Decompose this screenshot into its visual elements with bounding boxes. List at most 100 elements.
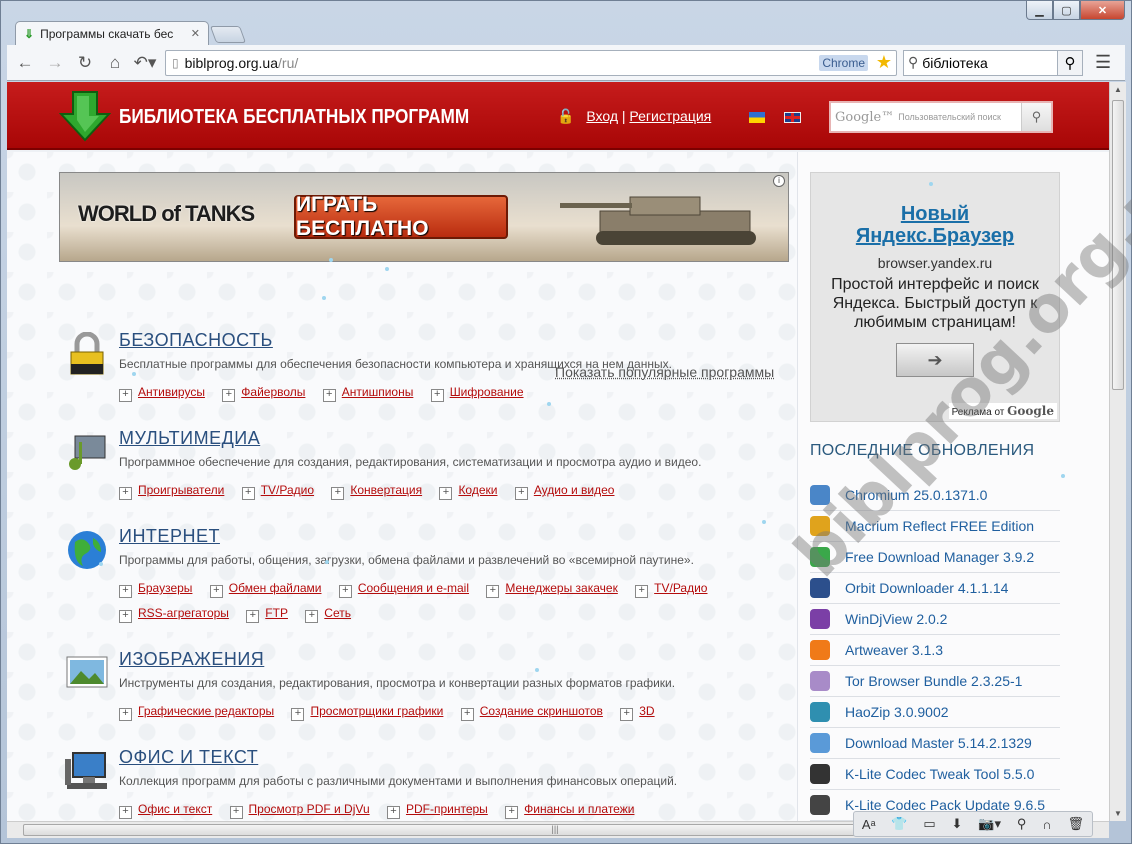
subcategory-link[interactable]: Менеджеры закачек (486, 581, 617, 595)
login-link[interactable]: Вход (586, 108, 618, 124)
undo-icon[interactable]: ↶▾ (133, 53, 157, 73)
home-icon[interactable]: ⌂ (103, 53, 127, 73)
subcategory-link[interactable]: FTP (246, 606, 288, 620)
trash-icon[interactable]: 🗑 (1067, 816, 1084, 832)
subcategory-link[interactable]: PDF-принтеры (387, 802, 488, 816)
forward-icon[interactable]: → (43, 53, 67, 73)
subcategory-link[interactable]: Шифрование (431, 385, 524, 399)
update-item[interactable]: HaoZip 3.0.9002 (810, 697, 1060, 728)
subcategory-link[interactable]: Создание скриншотов (461, 704, 603, 718)
subcategory-link[interactable]: Финансы и платежи (505, 802, 634, 816)
scroll-thumb[interactable] (1112, 100, 1124, 390)
print-icon[interactable]: ▭ (923, 816, 935, 832)
update-name[interactable]: Download Master 5.14.2.1329 (845, 735, 1032, 751)
menu-icon[interactable]: ☰ (1095, 52, 1111, 73)
subcategory-link[interactable]: Файерволы (222, 385, 305, 399)
headphones-icon[interactable]: ∩ (1042, 817, 1051, 832)
tab-title: Программы скачать бес (40, 26, 174, 41)
subcategory-link[interactable]: Антишпионы (323, 385, 414, 399)
updates-list: Chromium 25.0.1371.0 Macrium Reflect FRE… (810, 480, 1060, 821)
logo-arrow-icon[interactable] (59, 90, 111, 142)
picture-icon (66, 656, 108, 688)
update-name[interactable]: Macrium Reflect FREE Edition (845, 518, 1034, 534)
update-item[interactable]: Artweaver 3.1.3 (810, 635, 1060, 666)
update-name[interactable]: Chromium 25.0.1371.0 (845, 487, 987, 503)
update-name[interactable]: Orbit Downloader 4.1.1.14 (845, 580, 1008, 596)
ukrainian-flag-icon[interactable] (749, 112, 765, 123)
update-name[interactable]: Free Download Manager 3.9.2 (845, 549, 1034, 565)
subcategory-link[interactable]: Сообщения и e-mail (339, 581, 469, 595)
site-search-input[interactable]: Пользовательский поиск (898, 112, 1021, 122)
update-name[interactable]: Tor Browser Bundle 2.3.25-1 (845, 673, 1022, 689)
category-title[interactable]: МУЛЬТИМЕДИА (119, 428, 260, 449)
subcategory-link[interactable]: Графические редакторы (119, 704, 274, 718)
category-title[interactable]: БЕЗОПАСНОСТЬ (119, 330, 273, 351)
subcategory-link[interactable]: Просмотр PDF и DjVu (230, 802, 370, 816)
update-item[interactable]: K-Lite Codec Tweak Tool 5.5.0 (810, 759, 1060, 790)
site-search-box[interactable]: Google™ Пользовательский поиск ⚲ (829, 101, 1053, 133)
update-item[interactable]: Download Master 5.14.2.1329 (810, 728, 1060, 759)
update-item[interactable]: Tor Browser Bundle 2.3.25-1 (810, 666, 1060, 697)
ad-arrow-button[interactable]: ➔ (896, 343, 974, 377)
update-item[interactable]: WinDjView 2.0.2 (810, 604, 1060, 635)
address-bar[interactable]: ▯ biblprog.org.ua /ru/ Chrome ★ (165, 49, 897, 76)
update-name[interactable]: WinDjView 2.0.2 (845, 611, 947, 627)
browser-search-input[interactable]: ⚲ бібліотека (903, 49, 1058, 76)
scroll-up-icon[interactable]: ▲ (1114, 85, 1122, 94)
update-name[interactable]: K-Lite Codec Tweak Tool 5.5.0 (845, 766, 1034, 782)
subcategory-link[interactable]: Аудио и видео (515, 483, 615, 497)
ad-banner[interactable]: WORLD of TANKS ИГРАТЬ БЕСПЛАТНО i (59, 172, 789, 262)
update-name[interactable]: HaoZip 3.0.9002 (845, 704, 949, 720)
subcategory-link[interactable]: RSS-агрегаторы (119, 606, 229, 620)
subcategory-link[interactable]: Конвертация (331, 483, 422, 497)
vertical-scrollbar[interactable]: ▲ ▼ (1109, 82, 1126, 821)
scroll-down-icon[interactable]: ▼ (1114, 809, 1122, 818)
subcategory-link[interactable]: Антивирусы (119, 385, 205, 399)
snowflake-decoration (385, 267, 389, 271)
english-flag-icon[interactable] (784, 112, 801, 123)
subcategory-link[interactable]: Сеть (305, 606, 351, 620)
subcategory-link[interactable]: 3D (620, 704, 654, 718)
ad-text: Простой интерфейс и поиск Яндекса. Быстр… (831, 276, 1039, 331)
zoom-icon[interactable]: ⚲ (1017, 816, 1027, 832)
category-title[interactable]: ОФИС И ТЕКСТ (119, 747, 258, 768)
category-title[interactable]: ИЗОБРАЖЕНИЯ (119, 649, 264, 670)
yandex-ad[interactable]: Новый Яндекс.Браузер browser.yandex.ru П… (810, 172, 1060, 422)
ad-title[interactable]: Новый Яндекс.Браузер (811, 203, 1059, 247)
browser-search-button[interactable]: ⚲ (1057, 49, 1083, 76)
reload-icon[interactable]: ↻ (73, 53, 97, 73)
update-item[interactable]: Chromium 25.0.1371.0 (810, 480, 1060, 511)
close-tab-icon[interactable]: ✕ (191, 27, 200, 40)
site-title[interactable]: БИБЛИОТЕКА БЕСПЛАТНЫХ ПРОГРАММ (119, 106, 469, 129)
maximize-button[interactable]: ▢ (1053, 1, 1080, 20)
subcategory-link[interactable]: Обмен файлами (210, 581, 322, 595)
subcategory-link[interactable]: Кодеки (439, 483, 497, 497)
subcategory-link[interactable]: Браузеры (119, 581, 192, 595)
subcategory-link[interactable]: Просмотрщики графики (291, 704, 443, 718)
ad-info-icon[interactable]: i (773, 175, 785, 187)
ad-note[interactable]: Реклама от Google (948, 403, 1057, 419)
download-icon[interactable]: ⬇ (952, 816, 963, 832)
shirt-icon[interactable]: 👕 (891, 816, 907, 832)
site-search-button[interactable]: ⚲ (1021, 103, 1051, 131)
play-free-button[interactable]: ИГРАТЬ БЕСПЛАТНО (294, 193, 508, 240)
subcategory-link[interactable]: TV/Радио (242, 483, 314, 497)
font-size-icon[interactable]: Aᵃ (862, 817, 876, 832)
category-title[interactable]: ИНТЕРНЕТ (119, 526, 220, 547)
register-link[interactable]: Регистрация (629, 108, 711, 124)
update-item[interactable]: Orbit Downloader 4.1.1.14 (810, 573, 1060, 604)
subcategory-link[interactable]: Офис и текст (119, 802, 212, 816)
minimize-button[interactable]: ▁ (1026, 1, 1053, 20)
update-name[interactable]: Artweaver 3.1.3 (845, 642, 943, 658)
camera-icon[interactable]: 📷▾ (978, 816, 1001, 832)
new-tab-button[interactable] (209, 26, 247, 43)
browser-tab[interactable]: ⇓ Программы скачать бес ✕ (15, 21, 209, 45)
subcategory-link[interactable]: Проигрыватели (119, 483, 224, 497)
subcategory-link[interactable]: TV/Радио (635, 581, 707, 595)
back-icon[interactable]: ← (13, 53, 37, 73)
update-item[interactable]: Macrium Reflect FREE Edition (810, 511, 1060, 542)
close-window-button[interactable]: ✕ (1080, 1, 1125, 20)
bookmark-star-icon[interactable]: ★ (876, 52, 892, 73)
category-description: Инструменты для создания, редактирования… (119, 676, 676, 690)
update-item[interactable]: Free Download Manager 3.9.2 (810, 542, 1060, 573)
